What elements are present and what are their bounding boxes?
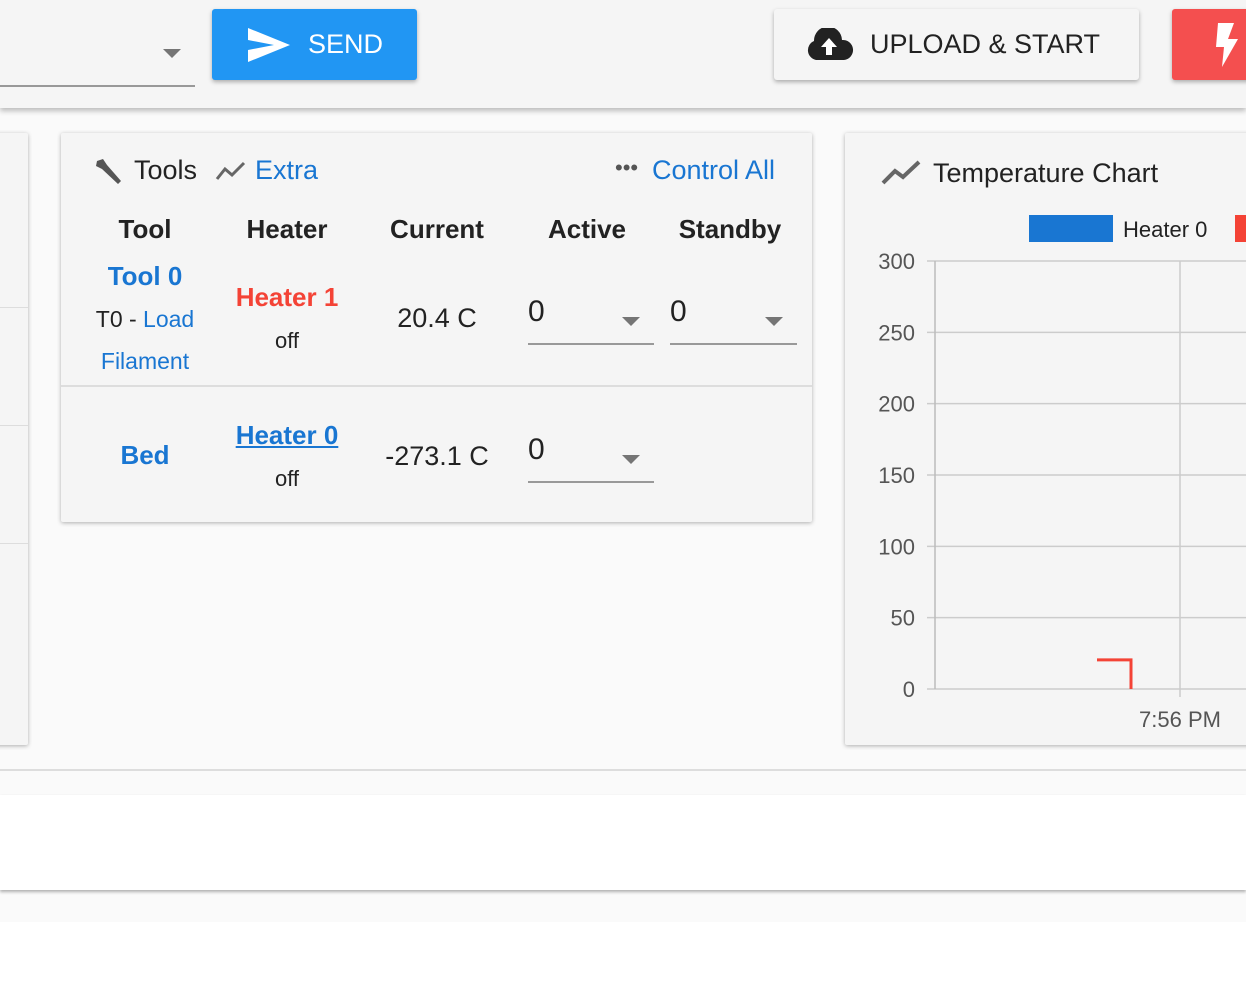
heater-0-state: off	[274, 466, 300, 491]
more-icon: •••	[615, 155, 639, 180]
y-tick-label: 150	[878, 463, 915, 488]
tools-panel: Tools Extra ••• Control All Tool Heater …	[61, 133, 812, 522]
y-tick-label: 50	[891, 606, 915, 631]
y-tick-label: 250	[878, 320, 915, 345]
control-all-button[interactable]: Control All	[652, 155, 775, 186]
chart-line-icon	[215, 161, 246, 180]
header-active: Active	[547, 214, 627, 244]
chevron-down-icon	[765, 317, 783, 326]
chevron-down-icon	[622, 317, 640, 326]
tool-0-standby-select[interactable]: 0	[670, 295, 797, 345]
header-heater: Heater	[246, 214, 328, 244]
legend-swatch-heater-1	[1235, 215, 1246, 242]
tab-extra[interactable]: Extra	[255, 155, 318, 186]
cloud-upload-icon	[807, 27, 853, 60]
divider	[0, 769, 1246, 771]
bed-link[interactable]: Bed	[85, 440, 205, 471]
chart-line-icon	[881, 160, 921, 185]
bed-current-temp: -273.1 C	[385, 441, 489, 471]
heater-1-link[interactable]: Heater 1	[217, 282, 357, 313]
row-divider	[61, 385, 812, 387]
header-current: Current	[390, 214, 484, 244]
header-tool: Tool	[118, 214, 172, 244]
active-value: 0	[528, 295, 545, 328]
upload-label: UPLOAD & START	[870, 29, 1101, 59]
header-standby: Standby	[678, 214, 782, 244]
active-value: 0	[528, 433, 545, 466]
bottom-panel-2	[0, 922, 1246, 1007]
bed-active-select[interactable]: 0	[528, 433, 654, 483]
chevron-down-icon	[622, 455, 640, 464]
send-button[interactable]: SEND	[212, 9, 417, 80]
tool-0-link[interactable]: Tool 0	[85, 261, 205, 292]
chevron-down-icon	[163, 49, 181, 58]
y-tick-label: 0	[903, 677, 915, 702]
command-select[interactable]	[0, 20, 195, 87]
left-panel	[0, 133, 28, 745]
legend-swatch-heater-0	[1029, 215, 1113, 242]
wrench-icon	[96, 159, 121, 184]
x-tick-label: 7:56 PM	[1139, 707, 1221, 732]
tab-tools[interactable]: Tools	[134, 155, 197, 186]
series-heater-1-line	[1097, 658, 1133, 689]
chart-title: Temperature Chart	[933, 158, 1159, 188]
load-filament-link[interactable]: Load	[143, 306, 194, 332]
y-tick-label: 200	[878, 392, 915, 417]
upload-start-button[interactable]: UPLOAD & START	[774, 9, 1139, 80]
emergency-stop-button[interactable]	[1172, 9, 1246, 80]
heater-1-state: off	[274, 328, 300, 353]
heater-0-link[interactable]: Heater 0	[217, 420, 357, 451]
tool-code: T0 -	[95, 306, 144, 332]
temperature-chart-panel: Temperature Chart Heater 0 300 250 200 150 10…	[845, 133, 1246, 745]
send-label: SEND	[308, 29, 384, 59]
send-icon	[248, 27, 290, 62]
bottom-panel	[0, 795, 1246, 890]
y-tick-label: 100	[878, 534, 915, 559]
standby-value: 0	[670, 295, 687, 328]
legend-label-heater-0: Heater 0	[1123, 217, 1207, 242]
load-filament-link-2[interactable]: Filament	[65, 348, 225, 375]
y-tick-label: 300	[878, 249, 915, 274]
temperature-chart: Heater 0 300 250 200 150 100 50 0 7:56 PM	[878, 215, 1246, 732]
tool-0-current-temp: 20.4 C	[397, 303, 477, 333]
flash-icon	[1216, 22, 1238, 67]
tool-0-active-select[interactable]: 0	[528, 295, 654, 345]
